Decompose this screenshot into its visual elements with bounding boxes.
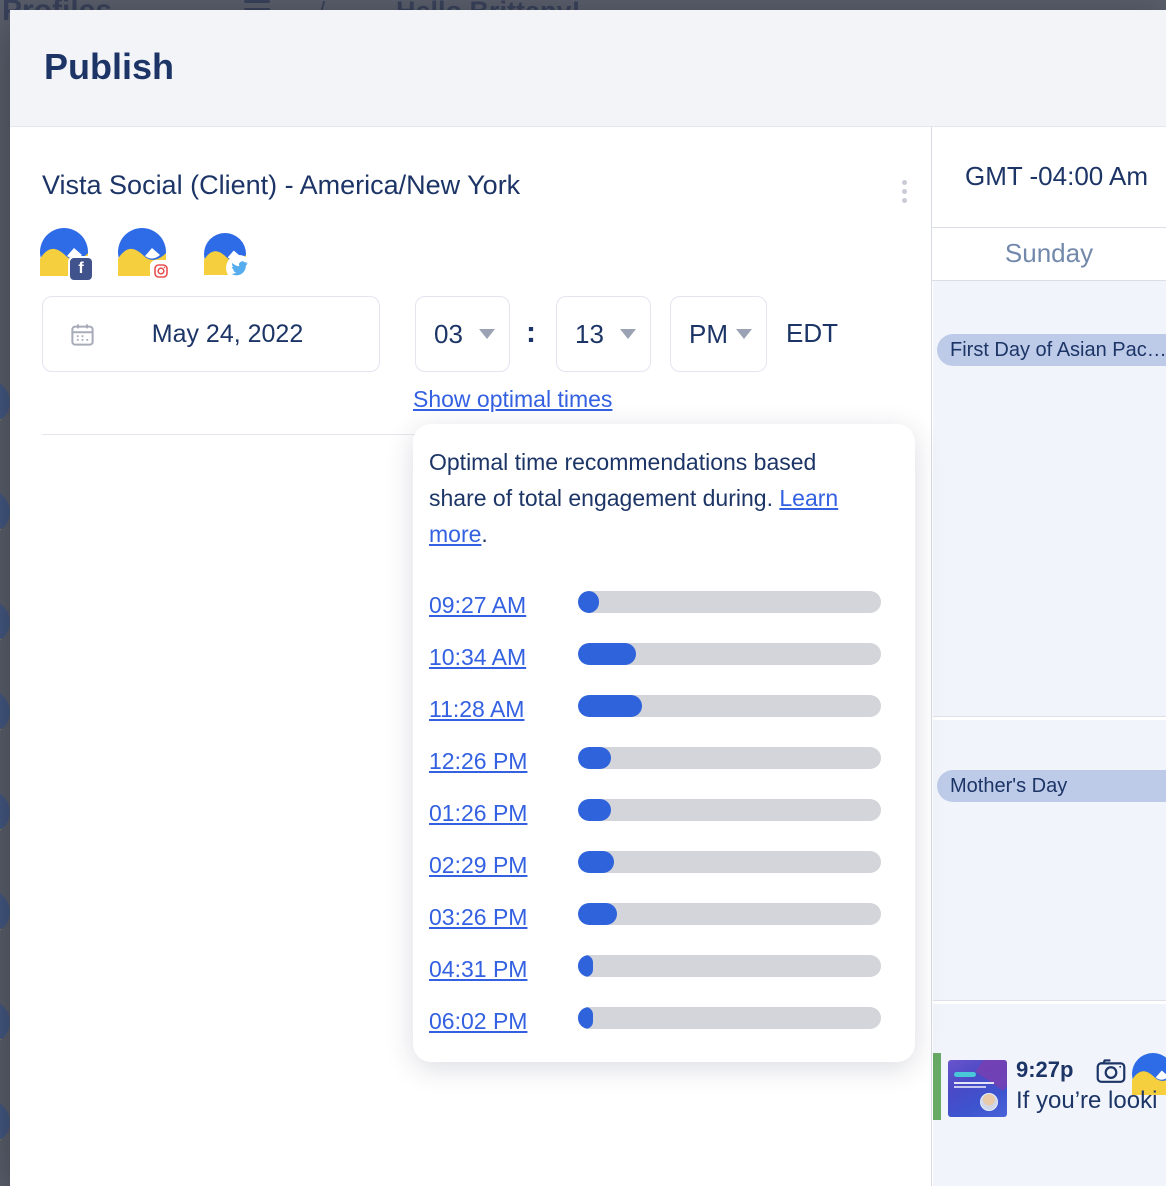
optimal-time-link[interactable]: 02:29 PM: [429, 852, 527, 879]
background-avatar-fragment: [0, 690, 10, 734]
thumbnail-tag: [954, 1072, 976, 1077]
engagement-bar-fill: [578, 747, 611, 769]
optimal-time-row: 10:34 AM: [429, 638, 899, 690]
engagement-bar-track: [578, 799, 881, 821]
minute-value: 13: [575, 319, 604, 350]
date-picker[interactable]: May 24, 2022: [42, 296, 380, 372]
profile-group-title: Vista Social (Client) - America/New York: [42, 170, 862, 201]
engagement-bar-fill: [578, 851, 614, 873]
popover-description: Optimal time recommendations based share…: [429, 444, 859, 552]
time-colon: :: [526, 316, 536, 350]
engagement-bar-fill: [578, 591, 599, 613]
chevron-down-icon: [620, 329, 636, 339]
background-avatar-fragment: [0, 490, 10, 534]
post-snippet: If you’re looki: [1016, 1087, 1157, 1115]
meridiem-value: PM: [689, 319, 728, 350]
optimal-time-link[interactable]: 03:26 PM: [429, 904, 527, 931]
thumbnail-text-line: [954, 1086, 986, 1088]
engagement-bar-track: [578, 1007, 881, 1029]
facebook-icon: f: [68, 256, 94, 282]
publish-modal: Publish Vista Social (Client) - America/…: [10, 10, 1166, 1186]
twitter-icon: [226, 255, 252, 281]
optimal-time-row: 09:27 AM: [429, 586, 899, 638]
optimal-time-link[interactable]: 09:27 AM: [429, 592, 526, 619]
scheduled-post-preview[interactable]: 9:27p If you’re looki: [933, 1053, 1166, 1123]
calendar-timezone-header: GMT -04:00 Am: [932, 127, 1166, 228]
date-value: May 24, 2022: [96, 320, 379, 349]
engagement-bar-track: [578, 903, 881, 925]
calendar-cell[interactable]: Mother's Day: [933, 720, 1166, 1001]
page-title: Publish: [44, 46, 174, 88]
optimal-times-list: 09:27 AM 10:34 AM 11:28 AM 12:26 PM 01:26 PM…: [429, 586, 899, 1054]
calendar-event-mothers-day[interactable]: Mother's Day: [937, 770, 1166, 802]
calendar-cell[interactable]: First Day of Asian Pac…: [933, 281, 1166, 717]
optimal-time-link[interactable]: 12:26 PM: [429, 748, 527, 775]
calendar-cell[interactable]: 9:27p If you’re looki: [933, 1004, 1166, 1186]
post-thumbnail: [948, 1060, 1007, 1117]
engagement-bar-track: [578, 747, 881, 769]
engagement-bar-fill: [578, 955, 593, 977]
engagement-bar-fill: [578, 1007, 593, 1029]
engagement-bar-fill: [578, 799, 611, 821]
description-period: .: [481, 521, 487, 547]
calendar-panel: GMT -04:00 Am Sunday First Day of Asian …: [931, 127, 1166, 1186]
optimal-time-link[interactable]: 04:31 PM: [429, 956, 527, 983]
profile-avatar-instagram[interactable]: [118, 228, 166, 276]
background-avatar-fragment: [0, 600, 10, 644]
optimal-time-row: 04:31 PM: [429, 950, 899, 1002]
engagement-bar-track: [578, 851, 881, 873]
optimal-time-link[interactable]: 10:34 AM: [429, 644, 526, 671]
engagement-bar-track: [578, 591, 881, 613]
optimal-time-row: 01:26 PM: [429, 794, 899, 846]
engagement-bar-fill: [578, 903, 617, 925]
modal-header: Publish: [10, 10, 1166, 127]
post-status-bar: [933, 1053, 941, 1120]
optimal-time-link[interactable]: 11:28 AM: [429, 696, 524, 723]
thumbnail-text-line: [954, 1082, 994, 1084]
post-time: 9:27p: [1016, 1057, 1073, 1083]
description-text: Optimal time recommendations based share…: [429, 449, 816, 511]
optimal-time-row: 06:02 PM: [429, 1002, 899, 1054]
hour-select[interactable]: 03: [415, 296, 510, 372]
more-options-icon[interactable]: [894, 176, 914, 212]
engagement-bar-track: [578, 643, 881, 665]
chevron-down-icon: [736, 329, 752, 339]
engagement-bar-fill: [578, 643, 636, 665]
optimal-times-popover: Optimal time recommendations based share…: [413, 424, 915, 1062]
background-avatar-fragment: [0, 380, 10, 424]
background-avatar-fragment: [0, 1100, 10, 1144]
instagram-icon: [150, 260, 172, 282]
thumbnail-avatar: [980, 1093, 998, 1111]
camera-icon: [1096, 1057, 1126, 1084]
background-avatar-fragment: [0, 790, 10, 834]
background-avatar-fragment: [0, 890, 10, 934]
profile-avatar-facebook[interactable]: f: [40, 228, 88, 276]
optimal-time-row: 11:28 AM: [429, 690, 899, 742]
calendar-event-first-day-asian-pacific[interactable]: First Day of Asian Pac…: [937, 334, 1166, 366]
meridiem-select[interactable]: PM: [670, 296, 767, 372]
calendar-icon: [69, 321, 96, 348]
optimal-time-link[interactable]: 06:02 PM: [429, 1008, 527, 1035]
optimal-time-row: 02:29 PM: [429, 846, 899, 898]
timezone-header-text: GMT -04:00 Am: [965, 161, 1148, 192]
background-avatar-fragment: [0, 1000, 10, 1044]
chevron-down-icon: [479, 329, 495, 339]
optimal-time-link[interactable]: 01:26 PM: [429, 800, 527, 827]
calendar-day-header: Sunday: [932, 228, 1166, 281]
profile-avatar-twitter[interactable]: [204, 233, 246, 275]
hour-value: 03: [434, 319, 463, 350]
engagement-bar-fill: [578, 695, 642, 717]
optimal-time-row: 12:26 PM: [429, 742, 899, 794]
timezone-abbr: EDT: [786, 318, 838, 349]
show-optimal-times-link[interactable]: Show optimal times: [413, 386, 612, 413]
day-header-text: Sunday: [1005, 238, 1093, 268]
engagement-bar-track: [578, 695, 881, 717]
optimal-time-row: 03:26 PM: [429, 898, 899, 950]
engagement-bar-track: [578, 955, 881, 977]
minute-select[interactable]: 13: [556, 296, 651, 372]
